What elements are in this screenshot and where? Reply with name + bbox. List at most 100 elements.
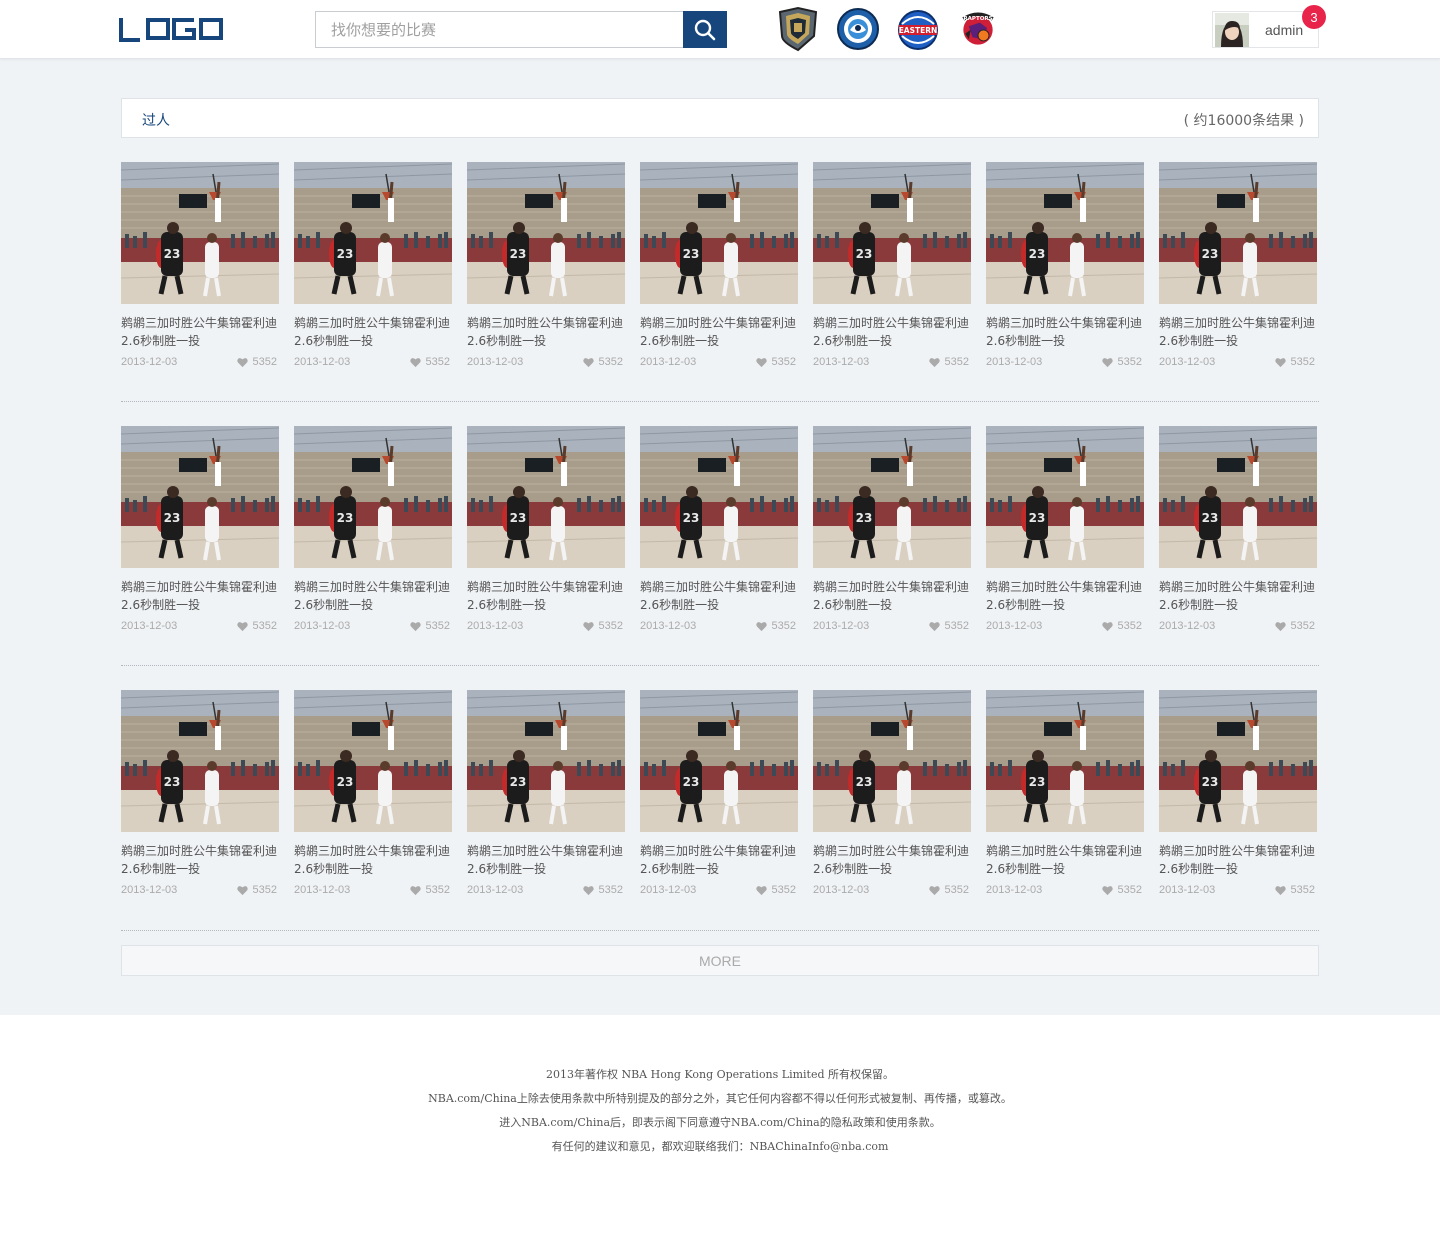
video-title[interactable]: 鹈鹕三加时胜公牛集锦霍利迪 2.6秒制胜一投: [294, 314, 452, 350]
logo[interactable]: [118, 14, 224, 44]
like-count[interactable]: 5352: [583, 620, 625, 632]
like-count[interactable]: 5352: [237, 620, 279, 632]
video-card[interactable]: 鹈鹕三加时胜公牛集锦霍利迪 2.6秒制胜一投 2013-12-03 5352: [986, 690, 1144, 896]
video-card[interactable]: 鹈鹕三加时胜公牛集锦霍利迪 2.6秒制胜一投 2013-12-03 5352: [1159, 690, 1317, 896]
video-thumbnail[interactable]: [294, 426, 452, 568]
like-count-value: 5352: [771, 356, 796, 368]
video-title-line: 鹈鹕三加时胜公牛集锦霍利迪: [294, 844, 451, 858]
video-card[interactable]: 鹈鹕三加时胜公牛集锦霍利迪 2.6秒制胜一投 2013-12-03 5352: [986, 426, 1144, 632]
video-card[interactable]: 鹈鹕三加时胜公牛集锦霍利迪 2.6秒制胜一投 2013-12-03 5352: [467, 690, 625, 896]
like-count[interactable]: 5352: [410, 884, 452, 896]
video-thumbnail[interactable]: [1159, 162, 1317, 304]
video-title[interactable]: 鹈鹕三加时胜公牛集锦霍利迪 2.6秒制胜一投: [986, 314, 1144, 350]
video-card[interactable]: 鹈鹕三加时胜公牛集锦霍利迪 2.6秒制胜一投 2013-12-03 5352: [467, 162, 625, 368]
video-thumbnail[interactable]: [121, 162, 279, 304]
video-thumbnail[interactable]: [813, 162, 971, 304]
like-count[interactable]: 5352: [1102, 620, 1144, 632]
video-title[interactable]: 鹈鹕三加时胜公牛集锦霍利迪 2.6秒制胜一投: [121, 314, 279, 350]
video-thumbnail[interactable]: [1159, 690, 1317, 832]
like-count[interactable]: 5352: [1275, 620, 1317, 632]
video-title[interactable]: 鹈鹕三加时胜公牛集锦霍利迪 2.6秒制胜一投: [467, 314, 625, 350]
video-title-line: 鹈鹕三加时胜公牛集锦霍利迪: [467, 844, 624, 858]
video-title[interactable]: 鹈鹕三加时胜公牛集锦霍利迪 2.6秒制胜一投: [467, 842, 625, 878]
like-count[interactable]: 5352: [1275, 884, 1317, 896]
video-title[interactable]: 鹈鹕三加时胜公牛集锦霍利迪 2.6秒制胜一投: [1159, 578, 1317, 614]
video-card[interactable]: 鹈鹕三加时胜公牛集锦霍利迪 2.6秒制胜一投 2013-12-03 5352: [640, 426, 798, 632]
video-thumbnail[interactable]: [640, 162, 798, 304]
video-card[interactable]: 鹈鹕三加时胜公牛集锦霍利迪 2.6秒制胜一投 2013-12-03 5352: [813, 690, 971, 896]
video-thumbnail[interactable]: [640, 426, 798, 568]
video-card[interactable]: 鹈鹕三加时胜公牛集锦霍利迪 2.6秒制胜一投 2013-12-03 5352: [1159, 426, 1317, 632]
video-date: 2013-12-03: [986, 884, 1043, 896]
video-card[interactable]: 鹈鹕三加时胜公牛集锦霍利迪 2.6秒制胜一投 2013-12-03 5352: [640, 162, 798, 368]
video-meta: 2013-12-03 5352: [121, 884, 279, 896]
video-thumbnail[interactable]: [467, 690, 625, 832]
video-title[interactable]: 鹈鹕三加时胜公牛集锦霍利迪 2.6秒制胜一投: [121, 842, 279, 878]
video-card[interactable]: 鹈鹕三加时胜公牛集锦霍利迪 2.6秒制胜一投 2013-12-03 5352: [121, 426, 279, 632]
like-count[interactable]: 5352: [1102, 356, 1144, 368]
like-count[interactable]: 5352: [929, 884, 971, 896]
video-thumbnail[interactable]: [986, 426, 1144, 568]
search-input[interactable]: [315, 11, 683, 48]
video-title[interactable]: 鹈鹕三加时胜公牛集锦霍利迪 2.6秒制胜一投: [467, 578, 625, 614]
video-thumbnail[interactable]: [986, 690, 1144, 832]
video-card[interactable]: 鹈鹕三加时胜公牛集锦霍利迪 2.6秒制胜一投 2013-12-03 5352: [121, 162, 279, 368]
video-title[interactable]: 鹈鹕三加时胜公牛集锦霍利迪 2.6秒制胜一投: [294, 578, 452, 614]
video-card[interactable]: 鹈鹕三加时胜公牛集锦霍利迪 2.6秒制胜一投 2013-12-03 5352: [813, 162, 971, 368]
video-thumbnail[interactable]: [121, 426, 279, 568]
search-keyword[interactable]: 过人: [142, 110, 170, 130]
like-count[interactable]: 5352: [929, 356, 971, 368]
video-title[interactable]: 鹈鹕三加时胜公牛集锦霍利迪 2.6秒制胜一投: [986, 842, 1144, 878]
video-thumbnail[interactable]: [640, 690, 798, 832]
notification-badge[interactable]: 3: [1302, 5, 1326, 29]
video-card[interactable]: 鹈鹕三加时胜公牛集锦霍利迪 2.6秒制胜一投 2013-12-03 5352: [294, 426, 452, 632]
video-title[interactable]: 鹈鹕三加时胜公牛集锦霍利迪 2.6秒制胜一投: [640, 578, 798, 614]
like-count[interactable]: 5352: [756, 356, 798, 368]
video-title[interactable]: 鹈鹕三加时胜公牛集锦霍利迪 2.6秒制胜一投: [986, 578, 1144, 614]
more-button[interactable]: MORE: [121, 945, 1319, 976]
video-thumbnail[interactable]: [121, 690, 279, 832]
raptors-emblem-icon[interactable]: RAPTORS: [956, 6, 1000, 52]
video-thumbnail[interactable]: [813, 690, 971, 832]
like-count[interactable]: 5352: [583, 356, 625, 368]
like-count[interactable]: 5352: [410, 356, 452, 368]
like-count[interactable]: 5352: [237, 884, 279, 896]
eastern-emblem-icon[interactable]: EASTERN: [896, 6, 940, 52]
video-thumbnail[interactable]: [467, 426, 625, 568]
video-card[interactable]: 鹈鹕三加时胜公牛集锦霍利迪 2.6秒制胜一投 2013-12-03 5352: [1159, 162, 1317, 368]
row-divider: [121, 665, 1319, 666]
video-title[interactable]: 鹈鹕三加时胜公牛集锦霍利迪 2.6秒制胜一投: [813, 578, 971, 614]
like-count[interactable]: 5352: [756, 620, 798, 632]
kings-emblem-icon[interactable]: [776, 6, 820, 52]
video-card[interactable]: 鹈鹕三加时胜公牛集锦霍利迪 2.6秒制胜一投 2013-12-03 5352: [986, 162, 1144, 368]
video-card[interactable]: 鹈鹕三加时胜公牛集锦霍利迪 2.6秒制胜一投 2013-12-03 5352: [294, 690, 452, 896]
like-count[interactable]: 5352: [237, 356, 279, 368]
like-count[interactable]: 5352: [929, 620, 971, 632]
video-card[interactable]: 鹈鹕三加时胜公牛集锦霍利迪 2.6秒制胜一投 2013-12-03 5352: [813, 426, 971, 632]
like-count[interactable]: 5352: [1275, 356, 1317, 368]
video-card[interactable]: 鹈鹕三加时胜公牛集锦霍利迪 2.6秒制胜一投 2013-12-03 5352: [467, 426, 625, 632]
video-title[interactable]: 鹈鹕三加时胜公牛集锦霍利迪 2.6秒制胜一投: [640, 314, 798, 350]
video-title[interactable]: 鹈鹕三加时胜公牛集锦霍利迪 2.6秒制胜一投: [1159, 842, 1317, 878]
video-thumbnail[interactable]: [467, 162, 625, 304]
video-card[interactable]: 鹈鹕三加时胜公牛集锦霍利迪 2.6秒制胜一投 2013-12-03 5352: [121, 690, 279, 896]
video-thumbnail[interactable]: [986, 162, 1144, 304]
hornets-emblem-icon[interactable]: [836, 6, 880, 52]
like-count[interactable]: 5352: [1102, 884, 1144, 896]
video-title[interactable]: 鹈鹕三加时胜公牛集锦霍利迪 2.6秒制胜一投: [121, 578, 279, 614]
video-thumbnail[interactable]: [813, 426, 971, 568]
video-card[interactable]: 鹈鹕三加时胜公牛集锦霍利迪 2.6秒制胜一投 2013-12-03 5352: [640, 690, 798, 896]
like-count[interactable]: 5352: [756, 884, 798, 896]
video-thumbnail[interactable]: [294, 690, 452, 832]
video-thumbnail[interactable]: [1159, 426, 1317, 568]
video-thumbnail[interactable]: [294, 162, 452, 304]
video-card[interactable]: 鹈鹕三加时胜公牛集锦霍利迪 2.6秒制胜一投 2013-12-03 5352: [294, 162, 452, 368]
search-button[interactable]: [683, 11, 727, 48]
video-title[interactable]: 鹈鹕三加时胜公牛集锦霍利迪 2.6秒制胜一投: [813, 314, 971, 350]
video-title[interactable]: 鹈鹕三加时胜公牛集锦霍利迪 2.6秒制胜一投: [1159, 314, 1317, 350]
like-count[interactable]: 5352: [410, 620, 452, 632]
like-count[interactable]: 5352: [583, 884, 625, 896]
video-title[interactable]: 鹈鹕三加时胜公牛集锦霍利迪 2.6秒制胜一投: [813, 842, 971, 878]
video-title[interactable]: 鹈鹕三加时胜公牛集锦霍利迪 2.6秒制胜一投: [294, 842, 452, 878]
video-title[interactable]: 鹈鹕三加时胜公牛集锦霍利迪 2.6秒制胜一投: [640, 842, 798, 878]
